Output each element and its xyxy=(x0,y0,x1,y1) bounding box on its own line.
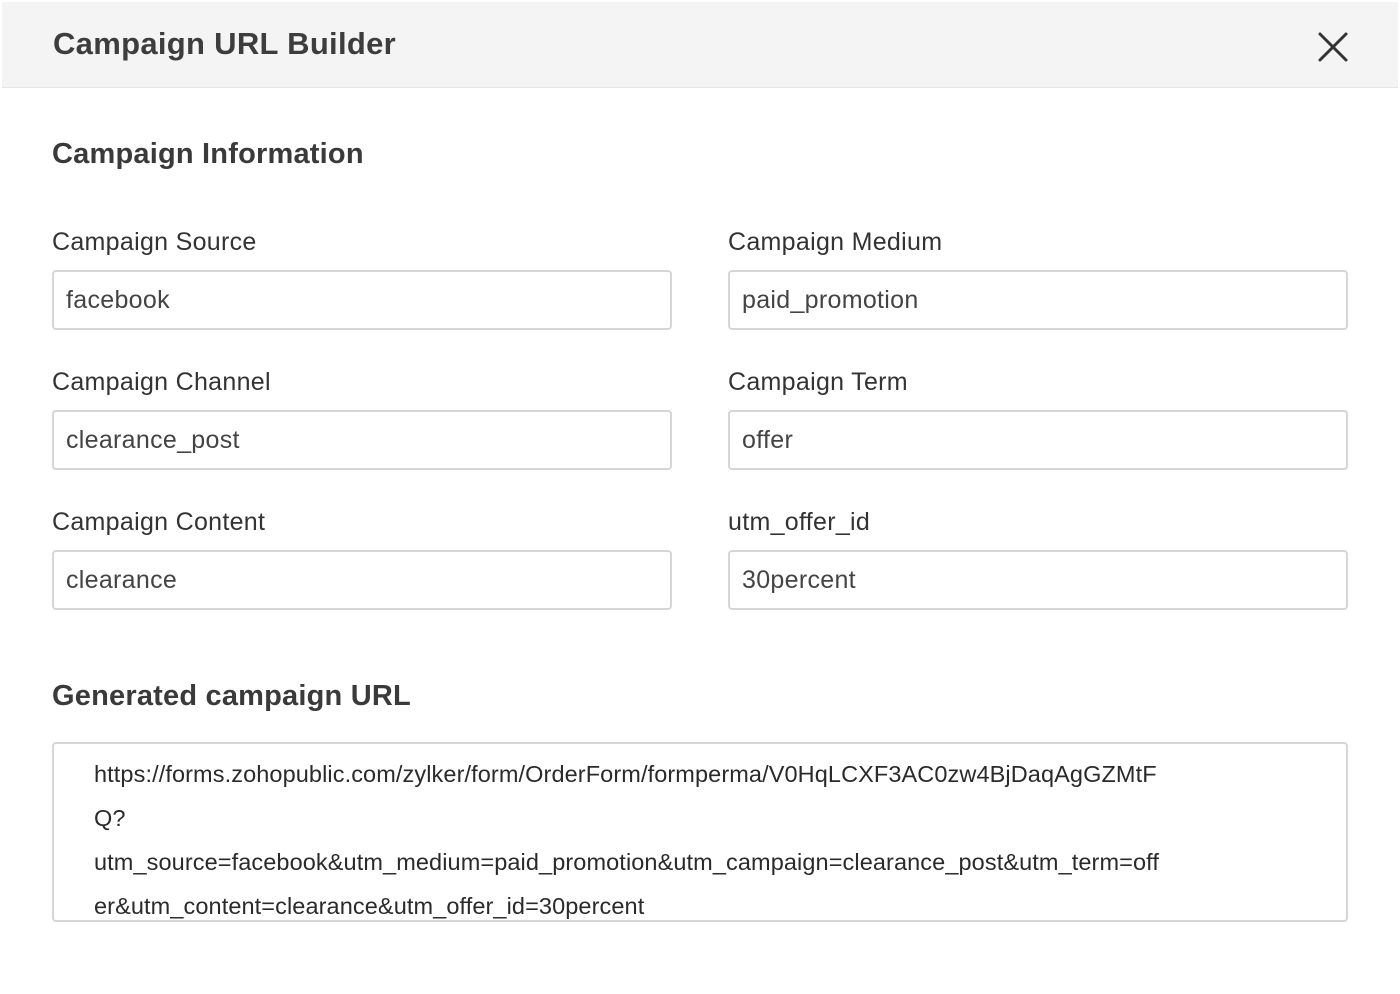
campaign-medium-input[interactable] xyxy=(728,270,1348,330)
dialog-header: Campaign URL Builder xyxy=(2,2,1398,88)
generated-url-line: er&utm_content=clearance&utm_offer_id=30… xyxy=(94,893,645,919)
campaign-medium-label: Campaign Medium xyxy=(728,228,943,256)
campaign-channel-input[interactable] xyxy=(52,410,672,470)
campaign-content-label: Campaign Content xyxy=(52,508,266,536)
campaign-information-heading: Campaign Information xyxy=(52,138,364,170)
generated-url-heading: Generated campaign URL xyxy=(52,680,411,712)
campaign-source-label: Campaign Source xyxy=(52,228,257,256)
campaign-url-builder-dialog: Campaign URL Builder Campaign Informatio… xyxy=(0,0,1400,994)
generated-url-output[interactable]: https://forms.zohopublic.com/zylker/form… xyxy=(52,742,1348,922)
utm-offer-id-input[interactable] xyxy=(728,550,1348,610)
dialog-title: Campaign URL Builder xyxy=(53,26,397,61)
close-button[interactable] xyxy=(1314,28,1352,66)
utm-offer-id-label: utm_offer_id xyxy=(728,508,871,536)
campaign-content-input[interactable] xyxy=(52,550,672,610)
generated-url-line: utm_source=facebook&utm_medium=paid_prom… xyxy=(94,849,1159,875)
campaign-term-label: Campaign Term xyxy=(728,368,908,396)
campaign-term-input[interactable] xyxy=(728,410,1348,470)
campaign-source-input[interactable] xyxy=(52,270,672,330)
generated-url-line: https://forms.zohopublic.com/zylker/form… xyxy=(94,761,1157,787)
generated-url-line: Q? xyxy=(94,805,126,831)
close-icon xyxy=(1318,32,1348,62)
campaign-channel-label: Campaign Channel xyxy=(52,368,271,396)
